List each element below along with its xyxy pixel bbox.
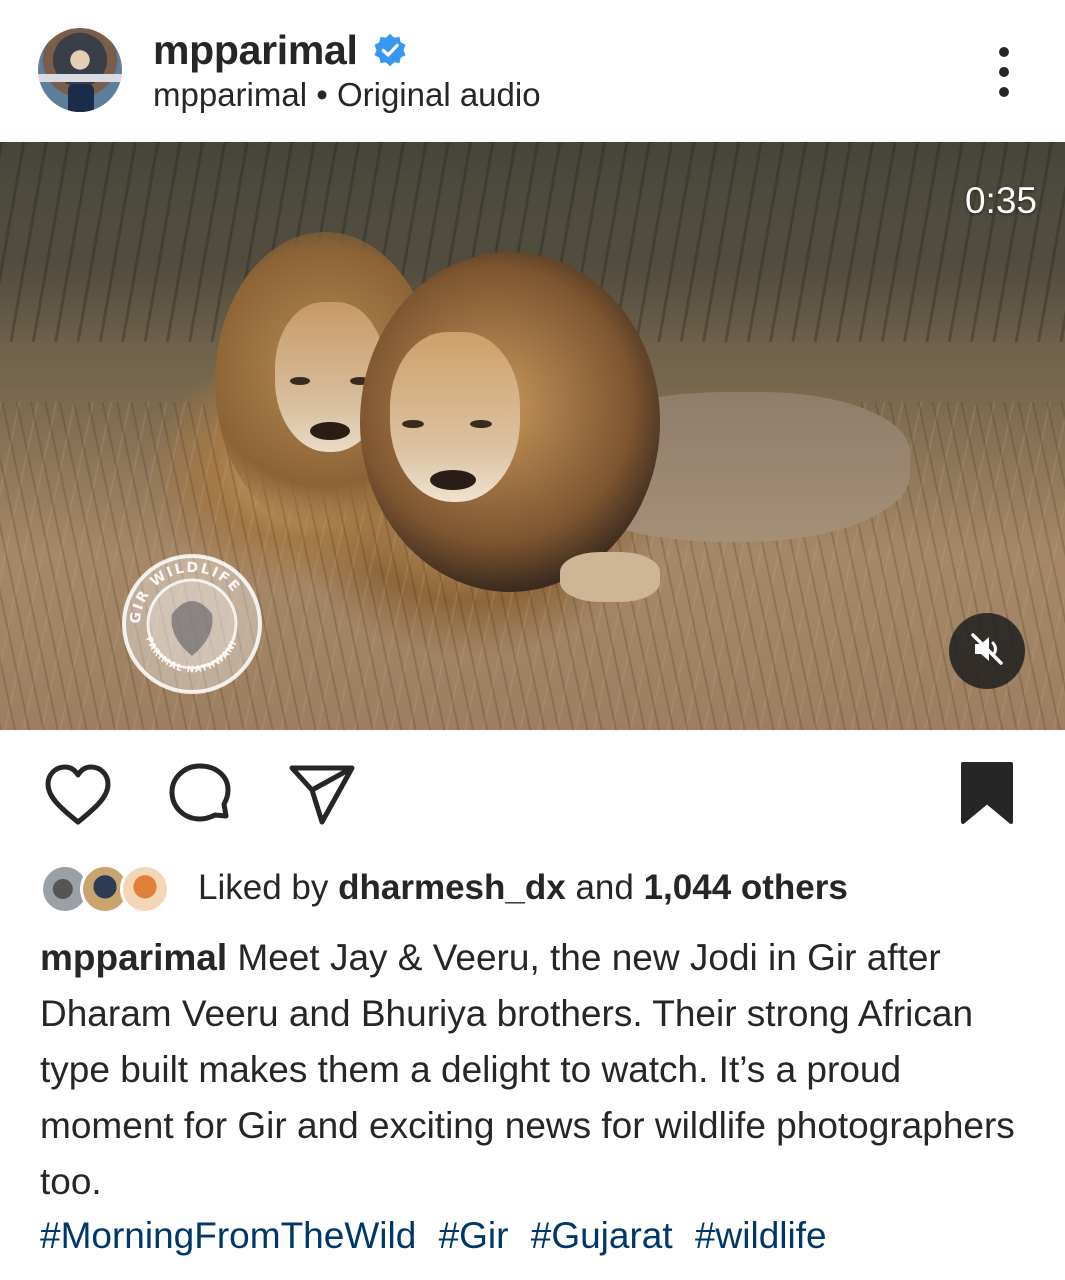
username-row: mpparimal (153, 26, 408, 74)
hashtag-link[interactable]: #Gir (439, 1215, 509, 1256)
hashtag-link[interactable]: #wildlife (695, 1215, 827, 1256)
hashtag-link[interactable]: #Gujarat (531, 1215, 673, 1256)
likes-count[interactable]: 1,044 others (644, 868, 848, 907)
hashtag-link[interactable]: #MorningFromTheWild (40, 1215, 416, 1256)
gir-wildlife-watermark-logo: GIR WILDLIFE PARIMAL NATHWANI (120, 552, 264, 696)
mute-toggle-button[interactable] (949, 613, 1025, 689)
audio-owner: mpparimal (153, 76, 308, 113)
post-header: mpparimal mpparimal • Original audio (0, 0, 1065, 142)
audio-label: Original audio (336, 76, 541, 113)
likes-and: and (575, 868, 634, 907)
avatar[interactable] (38, 28, 122, 112)
likes-prefix: Liked by (198, 868, 329, 907)
video-duration: 0:35 (964, 180, 1037, 221)
likes-row[interactable]: Liked by dharmesh_dx and 1,044 others (40, 862, 848, 914)
liker-username[interactable]: dharmesh_dx (338, 868, 566, 907)
verified-badge-icon (372, 32, 408, 68)
speaker-muted-icon (967, 629, 1007, 674)
likes-summary[interactable]: Liked by dharmesh_dx and 1,044 others (198, 868, 848, 908)
heart-icon[interactable] (42, 760, 114, 832)
separator: • (316, 76, 328, 113)
more-options-icon[interactable] (986, 44, 1022, 100)
post-actions (0, 730, 1065, 850)
username-link[interactable]: mpparimal (153, 27, 358, 74)
comment-icon[interactable] (164, 760, 236, 832)
caption-hashtags: #MorningFromTheWild #Gir #Gujarat #wildl… (40, 1208, 839, 1264)
post-video[interactable]: 0:35 GIR WILDLIFE PARIMAL NATHWANI (0, 142, 1065, 730)
liker-avatars (40, 862, 180, 914)
caption-username[interactable]: mpparimal (40, 937, 227, 978)
bookmark-icon[interactable] (951, 760, 1023, 832)
lion-right (360, 252, 920, 652)
send-icon[interactable] (286, 760, 358, 832)
post-caption: mpparimal Meet Jay & Veeru, the new Jodi… (40, 930, 1030, 1210)
audio-subline[interactable]: mpparimal • Original audio (153, 76, 541, 114)
liker-avatar (120, 864, 170, 914)
